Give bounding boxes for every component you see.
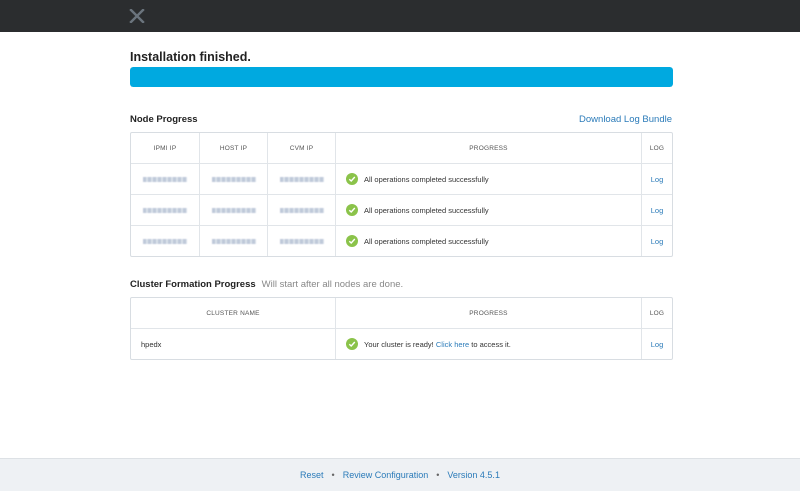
- table-header-row: CLUSTER NAME PROGRESS LOG: [131, 298, 672, 328]
- column-header-cvm-ip: CVM IP: [267, 133, 335, 163]
- version-label: Version 4.5.1: [447, 470, 500, 480]
- column-header-log: LOG: [641, 133, 672, 163]
- progress-bar-fill: [130, 67, 673, 87]
- progress-message: All operations completed successfully: [364, 236, 489, 246]
- check-circle-icon: [346, 173, 358, 185]
- log-cell: Log: [641, 164, 672, 194]
- installation-progress-bar: [130, 67, 673, 87]
- cvm-ip-redacted: [267, 226, 335, 256]
- cluster-formation-heading: Cluster Formation Progress Will start aft…: [130, 279, 403, 290]
- progress-cell: Your cluster is ready! Click here to acc…: [335, 329, 641, 359]
- node-progress-heading: Node Progress: [130, 114, 198, 125]
- cluster-ready-prefix: Your cluster is ready!: [364, 339, 434, 349]
- log-cell: Log: [641, 195, 672, 225]
- cluster-progress-table: CLUSTER NAME PROGRESS LOG hpedx Your clu…: [130, 297, 673, 360]
- cluster-ready-message: Your cluster is ready! Click here to acc…: [364, 340, 511, 349]
- download-log-bundle-link[interactable]: Download Log Bundle: [579, 114, 672, 125]
- log-cell: Log: [641, 226, 672, 256]
- log-link[interactable]: Log: [651, 340, 664, 349]
- installation-status-title: Installation finished.: [130, 50, 251, 64]
- check-circle-icon: [346, 204, 358, 216]
- ipmi-ip-redacted: [131, 226, 199, 256]
- column-header-progress: PROGRESS: [335, 133, 641, 163]
- log-link[interactable]: Log: [651, 206, 664, 215]
- table-row: All operations completed successfully Lo…: [131, 194, 672, 225]
- column-header-log: LOG: [641, 298, 672, 328]
- log-link[interactable]: Log: [651, 175, 664, 184]
- progress-cell: All operations completed successfully: [335, 164, 641, 194]
- table-row: hpedx Your cluster is ready! Click here …: [131, 328, 672, 359]
- column-header-ipmi-ip: IPMI IP: [153, 144, 177, 152]
- ipmi-ip-redacted: [131, 164, 199, 194]
- cluster-name: hpedx: [141, 339, 162, 349]
- log-link[interactable]: Log: [651, 237, 664, 246]
- host-ip-redacted: [199, 164, 267, 194]
- check-circle-icon: [346, 235, 358, 247]
- progress-message: All operations completed successfully: [364, 174, 489, 184]
- cvm-ip-redacted: [267, 164, 335, 194]
- table-row: All operations completed successfully Lo…: [131, 225, 672, 256]
- table-row: All operations completed successfully Lo…: [131, 163, 672, 194]
- top-bar: [0, 0, 800, 32]
- cvm-ip-redacted: [267, 195, 335, 225]
- host-ip-redacted: [199, 195, 267, 225]
- separator-dot: •: [331, 470, 335, 480]
- column-header-cluster-name: CLUSTER NAME: [206, 309, 260, 317]
- log-cell: Log: [641, 329, 672, 359]
- x-logo-icon: [129, 9, 145, 23]
- cluster-formation-note: Will start after all nodes are done.: [261, 279, 404, 290]
- review-configuration-link[interactable]: Review Configuration: [343, 470, 429, 480]
- progress-cell: All operations completed successfully: [335, 226, 641, 256]
- node-progress-table: IPMI IP HOST IP CVM IP PROGRESS LOG All …: [130, 132, 673, 257]
- column-header-host-ip: HOST IP: [199, 133, 267, 163]
- progress-message: All operations completed successfully: [364, 205, 489, 215]
- reset-link[interactable]: Reset: [300, 470, 324, 480]
- table-header-row: IPMI IP HOST IP CVM IP PROGRESS LOG: [131, 133, 672, 163]
- footer-bar: Reset • Review Configuration • Version 4…: [0, 458, 800, 491]
- check-circle-icon: [346, 338, 358, 350]
- cluster-access-link[interactable]: Click here: [436, 340, 469, 349]
- progress-cell: All operations completed successfully: [335, 195, 641, 225]
- column-header-progress: PROGRESS: [335, 298, 641, 328]
- cluster-ready-suffix: to access it.: [471, 339, 511, 349]
- host-ip-redacted: [199, 226, 267, 256]
- separator-dot: •: [436, 470, 440, 480]
- cluster-formation-title: Cluster Formation Progress: [130, 279, 256, 290]
- ipmi-ip-redacted: [131, 195, 199, 225]
